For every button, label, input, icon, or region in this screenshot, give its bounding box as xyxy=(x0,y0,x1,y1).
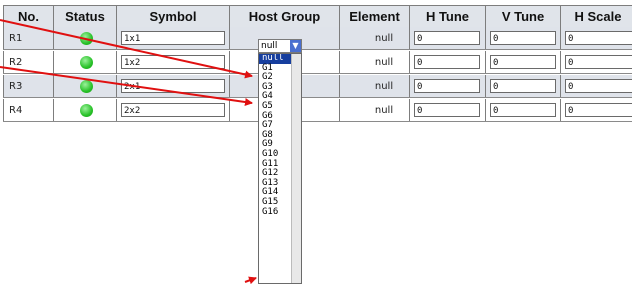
symbol-input[interactable]: 1x2 xyxy=(121,55,225,69)
header-no: No. xyxy=(3,6,53,27)
element-value: null xyxy=(374,81,394,92)
status-dot-icon xyxy=(80,55,93,69)
table-row: R1 1x1 null 0 0 0 xyxy=(3,27,632,50)
table-row: R3 2x1 null 0 0 0 xyxy=(3,75,632,98)
h-tune-input[interactable]: 0 xyxy=(414,55,480,69)
symbol-input[interactable]: 2x1 xyxy=(121,79,225,93)
header-h-tune: H Tune xyxy=(409,6,485,27)
h-tune-input[interactable]: 0 xyxy=(414,103,480,117)
h-tune-input[interactable]: 0 xyxy=(414,79,480,93)
table-row: R4 2x2 null 0 0 0 xyxy=(3,99,632,122)
header-v-tune: V Tune xyxy=(485,6,560,27)
v-tune-input[interactable]: 0 xyxy=(490,103,556,117)
header-symbol: Symbol xyxy=(116,6,229,27)
status-dot-icon xyxy=(80,31,93,45)
chevron-down-icon[interactable]: ▼ xyxy=(290,40,301,52)
v-tune-input[interactable]: 0 xyxy=(490,55,556,69)
host-group-dropdown-list[interactable]: null G1 G2 G3 G4 G5 G6 G7 G8 G9 G10 G11 … xyxy=(258,53,302,284)
h-scale-input[interactable]: 0 xyxy=(565,103,632,117)
element-value: null xyxy=(374,105,394,116)
header-status: Status xyxy=(53,6,116,27)
h-tune-input[interactable]: 0 xyxy=(414,31,480,45)
status-indicator xyxy=(53,75,116,97)
h-scale-input[interactable]: 0 xyxy=(565,79,632,93)
row-number: R2 xyxy=(3,51,53,73)
table-row: R2 1x2 null 0 0 0 xyxy=(3,51,632,74)
element-value: null xyxy=(374,33,394,44)
host-group-select[interactable]: null ▼ xyxy=(258,39,302,53)
symbol-input[interactable]: 1x1 xyxy=(121,31,225,45)
status-indicator xyxy=(53,99,116,121)
status-indicator xyxy=(53,27,116,49)
element-value: null xyxy=(374,57,394,68)
row-number: R3 xyxy=(3,75,53,97)
row-number: R4 xyxy=(3,99,53,121)
header-h-scale: H Scale xyxy=(560,6,632,27)
h-scale-input[interactable]: 0 xyxy=(565,55,632,69)
dropdown-scrollbar[interactable] xyxy=(291,54,301,283)
symbol-input[interactable]: 2x2 xyxy=(121,103,225,117)
v-tune-input[interactable]: 0 xyxy=(490,31,556,45)
row-number: R1 xyxy=(3,27,53,49)
header-element: Element xyxy=(339,6,409,27)
status-indicator xyxy=(53,51,116,73)
host-group-selected-value: null xyxy=(261,41,278,51)
arrow-icon xyxy=(244,276,257,284)
status-dot-icon xyxy=(80,103,93,117)
status-dot-icon xyxy=(80,79,93,93)
h-scale-input[interactable]: 0 xyxy=(565,31,632,45)
table-header: No. Status Symbol Host Group Element H T… xyxy=(3,5,632,28)
header-host-group: Host Group xyxy=(229,6,339,27)
host-group-table: No. Status Symbol Host Group Element H T… xyxy=(0,0,632,129)
v-tune-input[interactable]: 0 xyxy=(490,79,556,93)
